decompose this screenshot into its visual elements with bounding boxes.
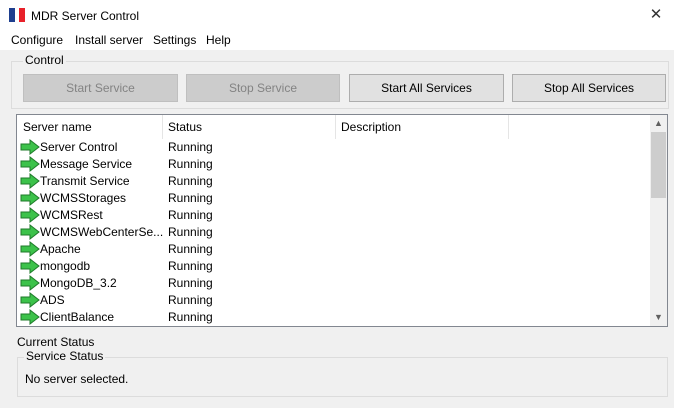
column-divider[interactable]: [508, 115, 509, 139]
scroll-thumb[interactable]: [651, 132, 666, 198]
green-arrow-icon: [20, 190, 40, 206]
green-arrow-icon: [20, 224, 40, 240]
row-status: Running: [168, 157, 213, 171]
column-header-status[interactable]: Status: [168, 115, 202, 139]
row-server-name: WCMSStorages: [40, 191, 127, 205]
window-title: MDR Server Control: [31, 9, 140, 23]
row-status: Running: [168, 225, 213, 239]
column-header-description[interactable]: Description: [341, 115, 401, 139]
table-row[interactable]: Transmit Service Running: [17, 173, 651, 190]
stop-all-services-button[interactable]: Stop All Services: [512, 74, 666, 102]
green-arrow-icon: [20, 258, 40, 274]
table-row[interactable]: ADS Running: [17, 292, 651, 309]
table-row[interactable]: WCMSStorages Running: [17, 190, 651, 207]
menu-help[interactable]: Help: [206, 33, 231, 47]
table-row[interactable]: Server Control Running: [17, 139, 651, 156]
green-arrow-icon: [20, 309, 40, 325]
row-status: Running: [168, 293, 213, 307]
green-arrow-icon: [20, 173, 40, 189]
row-status: Running: [168, 242, 213, 256]
start-service-button[interactable]: Start Service: [23, 74, 178, 102]
table-row[interactable]: ClientBalance Running: [17, 309, 651, 326]
row-server-name: Message Service: [40, 157, 133, 171]
app-flag-icon: [9, 8, 25, 22]
column-header-server-name[interactable]: Server name: [23, 115, 92, 139]
row-status: Running: [168, 191, 213, 205]
services-list[interactable]: Server name Status Description Server Co…: [16, 114, 668, 327]
stop-service-button[interactable]: Stop Service: [186, 74, 340, 102]
current-status-label: Current Status: [17, 335, 95, 349]
table-row[interactable]: WCMSRest Running: [17, 207, 651, 224]
green-arrow-icon: [20, 156, 40, 172]
green-arrow-icon: [20, 241, 40, 257]
table-row[interactable]: Message Service Running: [17, 156, 651, 173]
table-row[interactable]: mongodb Running: [17, 258, 651, 275]
close-button[interactable]: ✕: [638, 0, 674, 30]
row-server-name: mongodb: [40, 259, 91, 273]
table-row[interactable]: WCMSWebCenterSe... Running: [17, 224, 651, 241]
menu-bar: Configure Install server Settings Help: [0, 30, 674, 50]
menu-install-server[interactable]: Install server: [75, 33, 143, 47]
table-row[interactable]: MongoDB_3.2 Running: [17, 275, 651, 292]
vertical-scrollbar[interactable]: ▲ ▼: [650, 115, 667, 326]
row-status: Running: [168, 259, 213, 273]
service-status-label: Service Status: [24, 349, 106, 363]
row-status: Running: [168, 310, 213, 324]
row-server-name: MongoDB_3.2: [40, 276, 117, 290]
row-server-name: ADS: [40, 293, 65, 307]
scroll-up-button[interactable]: ▲: [650, 115, 667, 132]
row-server-name: Server Control: [40, 140, 118, 154]
control-group-label: Control: [23, 53, 66, 67]
column-divider[interactable]: [162, 115, 163, 139]
title-bar: MDR Server Control ✕: [0, 0, 674, 30]
row-status: Running: [168, 140, 213, 154]
row-server-name: Apache: [40, 242, 81, 256]
green-arrow-icon: [20, 292, 40, 308]
row-server-name: WCMSWebCenterSe...: [40, 225, 164, 239]
scroll-down-button[interactable]: ▼: [650, 309, 667, 326]
start-all-services-button[interactable]: Start All Services: [349, 74, 504, 102]
row-server-name: Transmit Service: [40, 174, 130, 188]
menu-settings[interactable]: Settings: [153, 33, 196, 47]
row-server-name: WCMSRest: [40, 208, 103, 222]
close-icon: ✕: [649, 6, 663, 23]
menu-configure[interactable]: Configure: [11, 33, 63, 47]
green-arrow-icon: [20, 275, 40, 291]
row-server-name: ClientBalance: [40, 310, 115, 324]
status-message: No server selected.: [25, 372, 129, 386]
green-arrow-icon: [20, 139, 40, 155]
row-status: Running: [168, 174, 213, 188]
column-divider[interactable]: [335, 115, 336, 139]
row-status: Running: [168, 276, 213, 290]
green-arrow-icon: [20, 207, 40, 223]
table-row[interactable]: Apache Running: [17, 241, 651, 258]
row-status: Running: [168, 208, 213, 222]
